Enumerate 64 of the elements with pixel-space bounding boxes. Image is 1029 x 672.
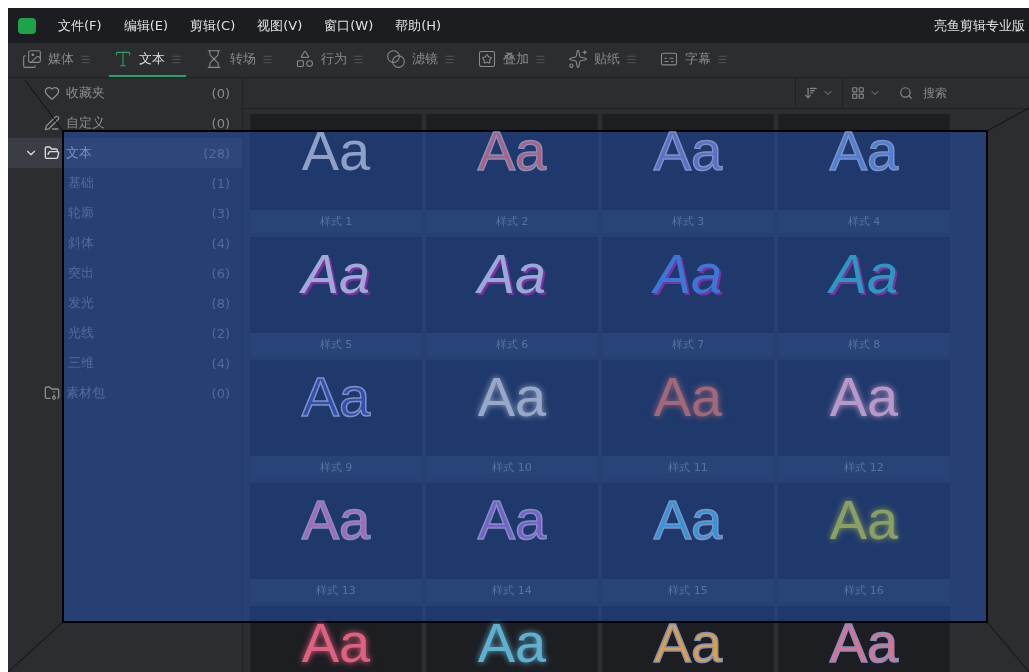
menu-item[interactable]: 帮助(H) (395, 16, 442, 35)
search-field[interactable]: 搜索 (921, 85, 995, 101)
tab-icon (22, 49, 42, 69)
tab[interactable]: 行为 (291, 43, 368, 77)
text-style-preview: Aa (301, 246, 371, 302)
text-style-preview: Aa (653, 492, 723, 548)
tab[interactable]: 媒体 (18, 43, 95, 77)
text-style-preview: Aa (829, 369, 899, 425)
text-style-preview: Aa (301, 492, 371, 548)
menu-icon (717, 53, 728, 65)
style-card[interactable]: Aa (426, 606, 598, 672)
tab[interactable]: 滤镜 (382, 43, 459, 77)
folder-icon (44, 385, 60, 401)
menu-item[interactable]: 文件(F) (58, 16, 102, 35)
tab-icon (113, 49, 133, 69)
menu-icon (171, 53, 182, 65)
text-style-preview: Aa (477, 246, 547, 302)
text-style-preview: Aa (477, 123, 547, 179)
tab-icon (568, 49, 588, 69)
pen-icon (44, 115, 60, 131)
tab[interactable]: 字幕 (655, 43, 732, 77)
menu-icon (353, 53, 364, 65)
tab-icon (477, 49, 497, 69)
text-style-preview: Aa (829, 123, 899, 179)
folder-icon (44, 145, 60, 161)
menu-item[interactable]: 窗口(W) (324, 16, 374, 35)
app-title: 亮鱼剪辑专业版 (934, 16, 1025, 35)
search-icon (899, 86, 913, 100)
tab[interactable]: 贴纸 (564, 43, 641, 77)
text-style-preview: Aa (477, 369, 547, 425)
text-style-preview: Aa (653, 369, 723, 425)
text-style-preview: Aa (653, 615, 723, 671)
tab[interactable]: 文本 (109, 43, 186, 77)
text-style-preview: Aa (653, 246, 723, 302)
text-style-preview: Aa (301, 369, 371, 425)
tab-icon (386, 49, 406, 69)
menu-icon (626, 53, 637, 65)
heart-icon (44, 85, 60, 101)
tab-icon (295, 49, 315, 69)
grid-icon (851, 86, 865, 100)
menu-item[interactable]: 视图(V) (257, 16, 303, 35)
text-style-preview: Aa (653, 123, 723, 179)
text-style-preview: Aa (829, 246, 899, 302)
text-style-preview: Aa (477, 492, 547, 548)
menu-item[interactable]: 编辑(E) (123, 16, 168, 35)
style-card[interactable]: Aa (778, 606, 950, 672)
text-style-preview: Aa (301, 615, 371, 671)
menu-icon (262, 53, 273, 65)
app-logo (18, 17, 36, 34)
menu-icon (80, 53, 91, 65)
menu-item[interactable]: 剪辑(C) (190, 16, 236, 35)
sidebar-item[interactable]: 自定义 (0) (8, 108, 242, 138)
tab[interactable]: 转场 (200, 43, 277, 77)
sort-icon (804, 86, 818, 100)
style-card[interactable]: Aa (250, 606, 422, 672)
style-card[interactable]: Aa (602, 606, 774, 672)
text-style-preview: Aa (301, 123, 371, 179)
text-style-preview: Aa (829, 615, 899, 671)
text-style-preview: Aa (829, 492, 899, 548)
menu-icon (535, 53, 546, 65)
sidebar-item[interactable]: 收藏夹 (0) (8, 78, 242, 108)
menu-icon (444, 53, 455, 65)
tab[interactable]: 叠加 (473, 43, 550, 77)
text-style-preview: Aa (477, 615, 547, 671)
